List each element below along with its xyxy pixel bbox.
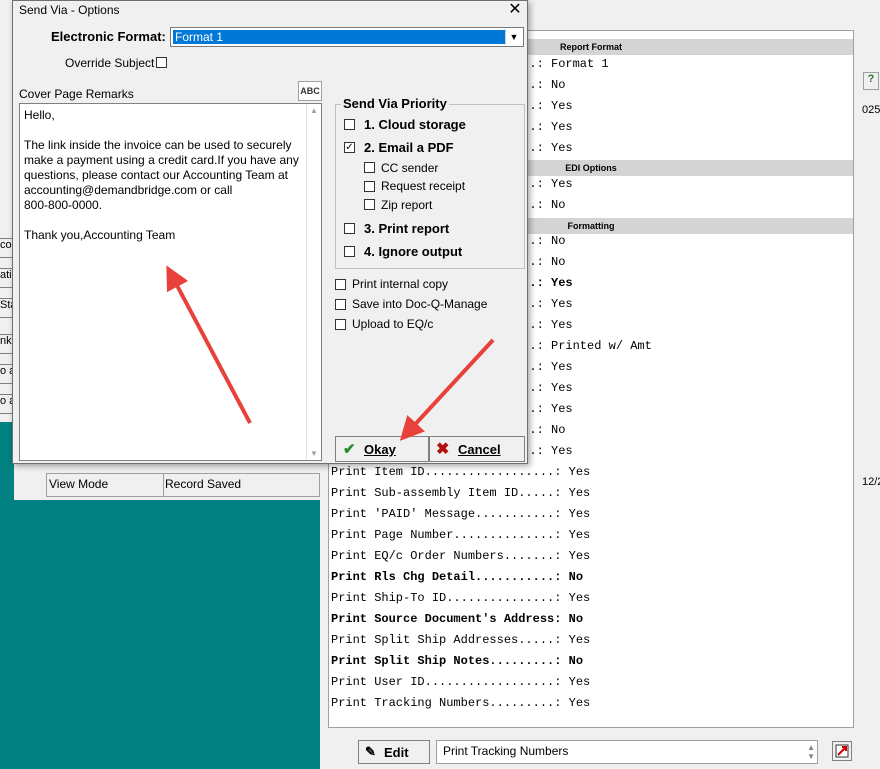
arrow-to-okay	[399, 338, 495, 441]
annotation-arrows	[166, 265, 495, 441]
arrow-to-remarks	[166, 265, 252, 424]
